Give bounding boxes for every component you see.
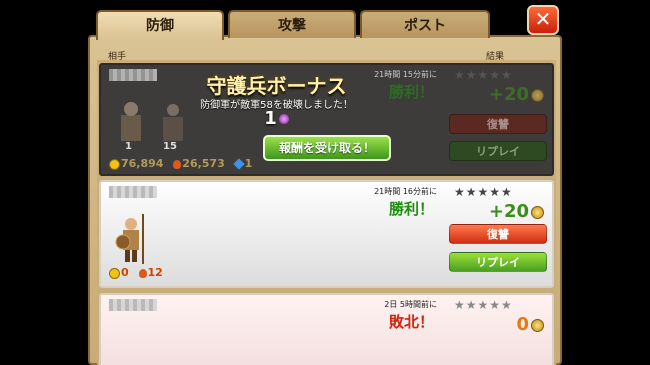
replay-button[interactable]: リプレイ <box>449 252 547 272</box>
result-panel: ★★★★★ 0 <box>446 295 546 365</box>
trophy-change: 0 <box>516 314 544 335</box>
star-rating: ★★★★★ <box>454 68 513 82</box>
player-name-blurred <box>109 186 157 198</box>
result-panel: ★★★★★ +20 復讐 リプレイ <box>446 65 547 174</box>
gold-amount: 76,894 <box>121 157 164 170</box>
result-panel: ★★★★★ +20 復讐 リプレイ <box>446 182 547 286</box>
player-name-blurred <box>109 299 157 311</box>
battle-result: 勝利！ <box>388 200 434 218</box>
battle-list[interactable]: 21時間 15分前に 勝利！ 1 15 76,894 26,573 1 ★★★★… <box>97 60 556 365</box>
trophy-change: +20 <box>489 201 544 222</box>
dark-elixir-icon <box>232 158 245 170</box>
tab-attack[interactable]: 攻撃 <box>228 10 356 38</box>
battle-time: 21時間 16分前に <box>374 187 437 196</box>
elixir-icon <box>173 159 182 169</box>
trophy-icon <box>531 318 544 332</box>
star-rating: ★★★★★ <box>454 298 513 312</box>
battle-result: 勝利！ <box>388 83 434 101</box>
loot-row: 0 12 <box>109 266 163 279</box>
tab-post[interactable]: ポスト <box>360 10 490 38</box>
gold-icon <box>109 158 120 170</box>
battle-row: 21時間 16分前に 勝利！ 0 12 ★★★★★ +20 復讐 リプレイ <box>99 180 554 288</box>
gold-icon <box>109 267 120 279</box>
loot-row: 76,894 26,573 1 <box>109 157 252 170</box>
elixir-amount: 26,573 <box>182 157 225 170</box>
gold-amount: 0 <box>121 266 129 279</box>
star-rating: ★★★★★ <box>454 185 513 199</box>
elixir-amount: 12 <box>147 266 163 279</box>
unit-count: 15 <box>163 141 177 152</box>
unit-count: 1 <box>125 141 132 152</box>
replay-button[interactable]: リプレイ <box>449 141 547 161</box>
revenge-button[interactable]: 復讐 <box>449 224 547 244</box>
trophy-change: +20 <box>489 84 544 105</box>
dark-elixir-amount: 1 <box>244 157 253 170</box>
battle-time: 2日 5時間前に <box>384 300 437 309</box>
elixir-icon <box>138 268 147 278</box>
battle-time: 21時間 15分前に <box>374 70 437 79</box>
barbarian-unit-icon <box>121 102 141 141</box>
tab-defense[interactable]: 防御 <box>96 10 224 40</box>
trophy-icon <box>531 88 544 102</box>
guardian-unit-icon <box>115 214 144 264</box>
battle-row: 2日 5時間前に 敗北！ ★★★★★ 0 <box>99 293 554 365</box>
revenge-button[interactable]: 復讐 <box>449 114 547 134</box>
battle-result: 敗北！ <box>388 313 434 331</box>
close-button[interactable]: ✕ <box>527 5 559 35</box>
trophy-icon <box>531 205 544 219</box>
player-name-blurred <box>109 69 157 81</box>
claim-reward-button[interactable]: 報酬を受け取る！ <box>263 135 391 161</box>
close-icon: ✕ <box>534 7 552 31</box>
